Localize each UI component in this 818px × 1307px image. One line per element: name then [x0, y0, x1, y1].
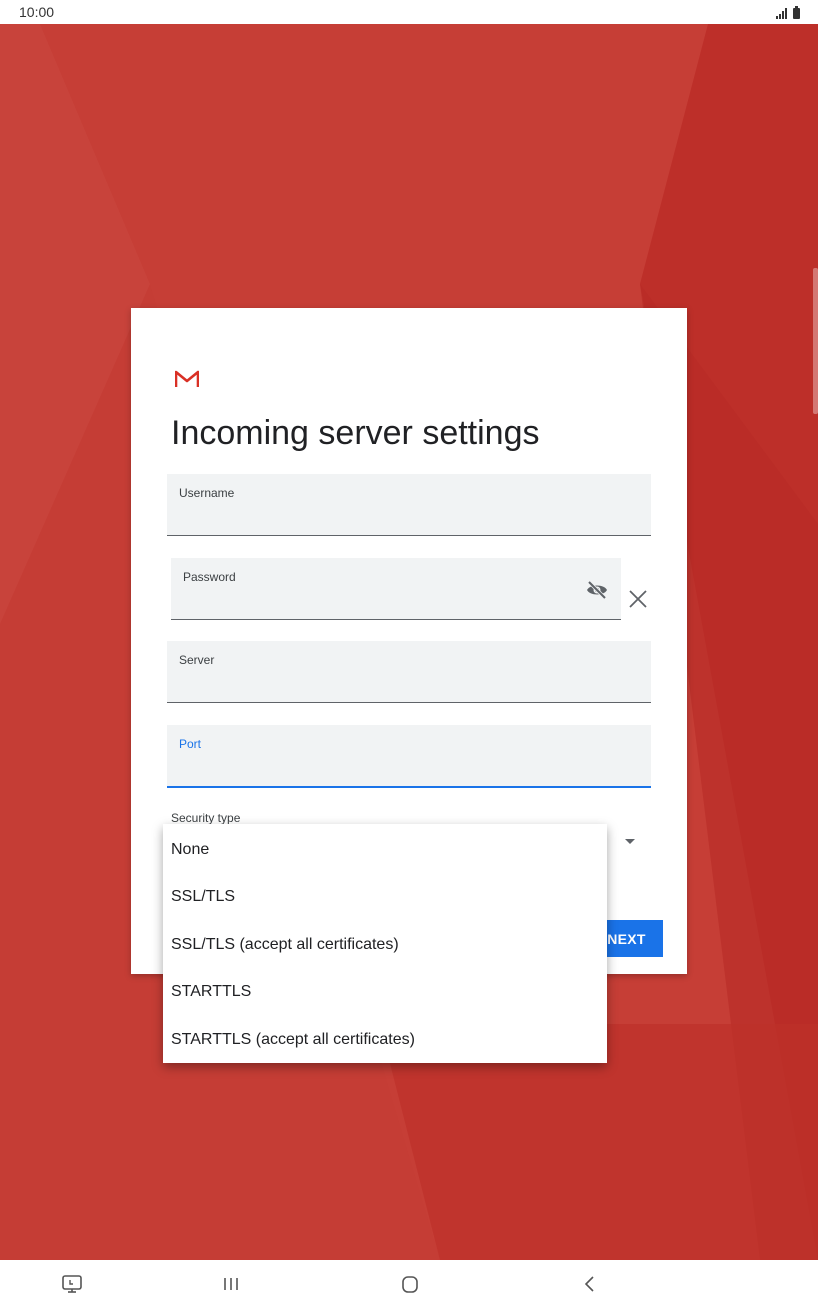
page-title: Incoming server settings — [171, 414, 540, 452]
home-icon[interactable] — [398, 1272, 422, 1296]
back-icon[interactable] — [578, 1272, 602, 1296]
gmail-logo-icon — [175, 370, 199, 387]
password-label: Password — [183, 570, 236, 584]
security-type-menu: None SSL/TLS SSL/TLS (accept all certifi… — [163, 824, 607, 1063]
screen-cast-icon[interactable] — [60, 1272, 84, 1296]
recent-apps-icon[interactable] — [219, 1272, 243, 1296]
menu-item-ssl-tls[interactable]: SSL/TLS — [163, 873, 607, 920]
menu-item-starttls-accept-all[interactable]: STARTTLS (accept all certificates) — [163, 1016, 607, 1063]
battery-icon — [793, 6, 800, 19]
password-field[interactable]: Password — [171, 558, 621, 620]
port-field[interactable]: Port — [167, 725, 651, 788]
status-time: 10:00 — [19, 4, 55, 20]
signal-icon — [776, 8, 787, 19]
navigation-bar — [0, 1260, 818, 1307]
username-label: Username — [179, 486, 235, 500]
close-icon[interactable] — [627, 588, 649, 610]
port-label: Port — [179, 737, 202, 751]
status-icons — [776, 5, 800, 19]
security-type-label: Security type — [171, 811, 241, 825]
menu-item-ssl-tls-accept-all[interactable]: SSL/TLS (accept all certificates) — [163, 921, 607, 968]
edge-panel-handle[interactable] — [813, 268, 818, 414]
chevron-down-icon[interactable] — [625, 839, 635, 844]
server-label: Server — [179, 653, 215, 667]
username-field[interactable]: Username — [167, 474, 651, 536]
menu-item-none[interactable]: None — [163, 826, 607, 873]
visibility-off-icon[interactable] — [585, 578, 609, 602]
server-field[interactable]: Server — [167, 641, 651, 703]
status-bar: 10:00 — [0, 0, 818, 24]
menu-item-starttls[interactable]: STARTTLS — [163, 968, 607, 1015]
